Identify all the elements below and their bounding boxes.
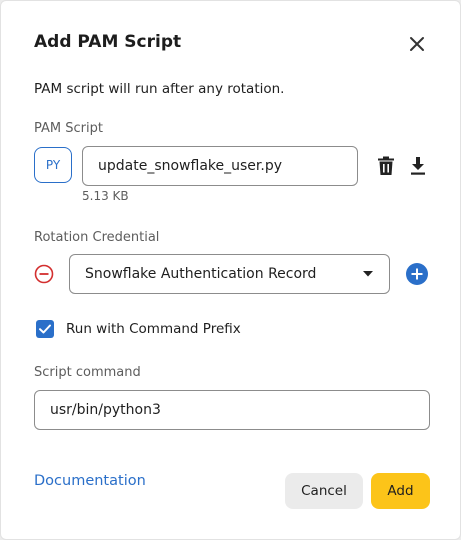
add-button[interactable]: Add (371, 473, 430, 509)
close-icon (410, 37, 424, 51)
script-command-input[interactable]: usr/bin/python3 (34, 390, 430, 430)
command-prefix-label: Run with Command Prefix (66, 321, 241, 337)
command-prefix-checkbox[interactable] (36, 320, 54, 338)
file-type-badge: PY (34, 147, 72, 183)
add-circle-icon (406, 263, 428, 285)
rotation-credential-select[interactable]: Snowflake Authentication Record (69, 254, 390, 294)
remove-circle-icon (34, 264, 54, 284)
file-size: 5.13 KB (82, 189, 129, 203)
add-pam-script-dialog: Add PAM Script PAM script will run after… (0, 0, 461, 540)
trash-icon (378, 156, 394, 175)
chevron-down-icon (363, 271, 373, 277)
rotation-credential-value: Snowflake Authentication Record (85, 266, 317, 282)
add-credential-button[interactable] (406, 263, 428, 285)
delete-file-button[interactable] (375, 155, 397, 177)
script-command-label: Script command (34, 365, 141, 380)
download-icon (411, 157, 425, 175)
pam-script-label: PAM Script (34, 121, 103, 136)
cancel-button[interactable]: Cancel (285, 473, 363, 509)
remove-credential-button[interactable] (33, 263, 55, 285)
download-file-button[interactable] (407, 155, 429, 177)
documentation-link[interactable]: Documentation (34, 473, 146, 489)
close-button[interactable] (405, 32, 429, 56)
command-prefix-option[interactable]: Run with Command Prefix (36, 320, 241, 338)
rotation-credential-label: Rotation Credential (34, 230, 160, 245)
intro-text: PAM script will run after any rotation. (34, 81, 285, 97)
dialog-title: Add PAM Script (34, 32, 182, 52)
check-icon (39, 324, 51, 334)
script-file-field[interactable]: update_snowflake_user.py (82, 146, 358, 186)
